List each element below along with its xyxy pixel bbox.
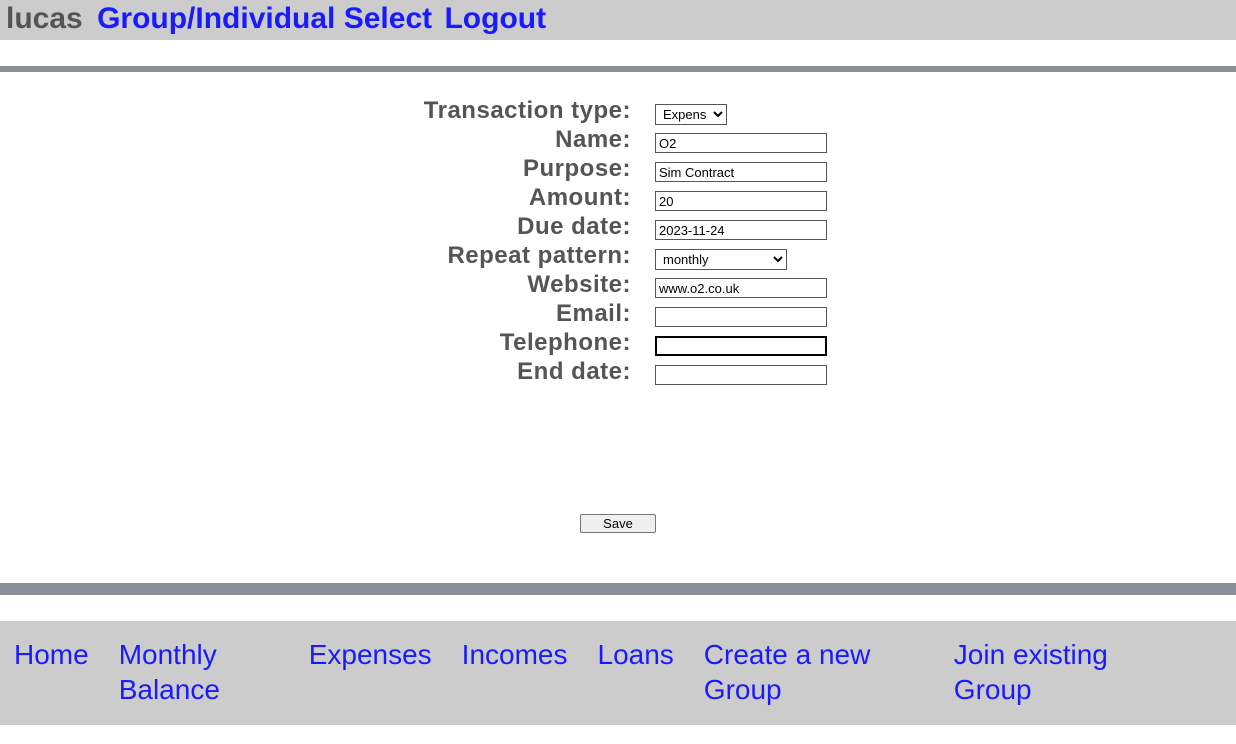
end-date-input[interactable] [655,365,827,385]
repeat-pattern-label: Repeat pattern: [0,242,655,270]
transaction-form: Transaction type: Expense Name: Purpose:… [0,72,1236,583]
group-select-link[interactable]: Group/Individual Select [97,2,432,35]
nav-expenses[interactable]: Expenses [309,637,432,707]
due-date-label: Due date: [0,213,655,241]
nav-loans[interactable]: Loans [598,637,674,707]
nav-monthly-balance[interactable]: Monthly Balance [119,637,279,707]
transaction-type-select[interactable]: Expense [655,104,727,125]
telephone-label: Telephone: [0,329,655,357]
repeat-pattern-select[interactable]: monthly [655,249,787,270]
nav-join-group[interactable]: Join existing Group [954,637,1174,707]
email-input[interactable] [655,307,827,327]
nav-incomes[interactable]: Incomes [462,637,568,707]
telephone-input[interactable] [655,336,827,356]
purpose-input[interactable] [655,162,827,182]
name-label: Name: [0,126,655,154]
due-date-input[interactable] [655,220,827,240]
logout-link[interactable]: Logout [444,2,546,35]
website-input[interactable] [655,278,827,298]
save-button[interactable]: Save [580,514,656,533]
divider-bottom [0,583,1236,595]
end-date-label: End date: [0,358,655,386]
username-label: lucas [6,2,83,35]
name-input[interactable] [655,133,827,153]
transaction-type-label: Transaction type: [0,97,655,125]
website-label: Website: [0,271,655,299]
top-header-bar: lucas Group/Individual Select Logout [0,0,1236,40]
nav-create-group[interactable]: Create a new Group [704,637,924,707]
amount-input[interactable] [655,191,827,211]
nav-home[interactable]: Home [14,637,89,707]
purpose-label: Purpose: [0,155,655,183]
email-label: Email: [0,300,655,328]
amount-label: Amount: [0,184,655,212]
footer-nav: Home Monthly Balance Expenses Incomes Lo… [0,621,1236,725]
